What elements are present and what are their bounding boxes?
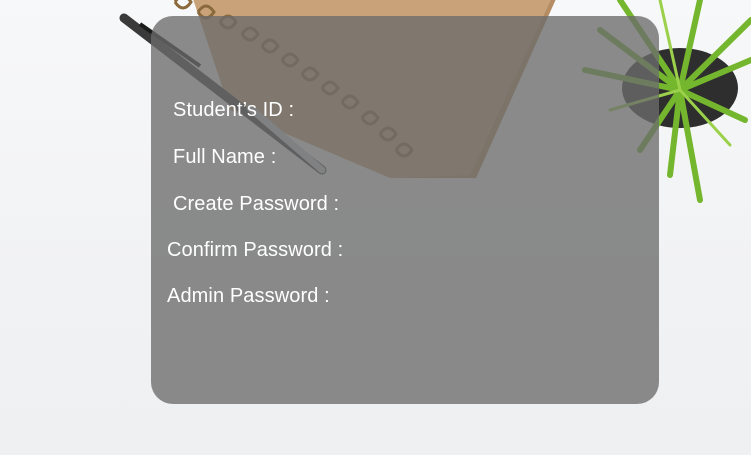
confirm-password-label: Confirm Password : [167,239,344,261]
registration-form-panel: Student’s ID : Full Name : Create Passwo… [151,16,659,404]
create-password-label: Create Password : [173,193,340,215]
student-id-label: Student’s ID : [173,99,295,121]
admin-password-label: Admin Password : [167,285,330,307]
full-name-label: Full Name : [173,146,277,168]
